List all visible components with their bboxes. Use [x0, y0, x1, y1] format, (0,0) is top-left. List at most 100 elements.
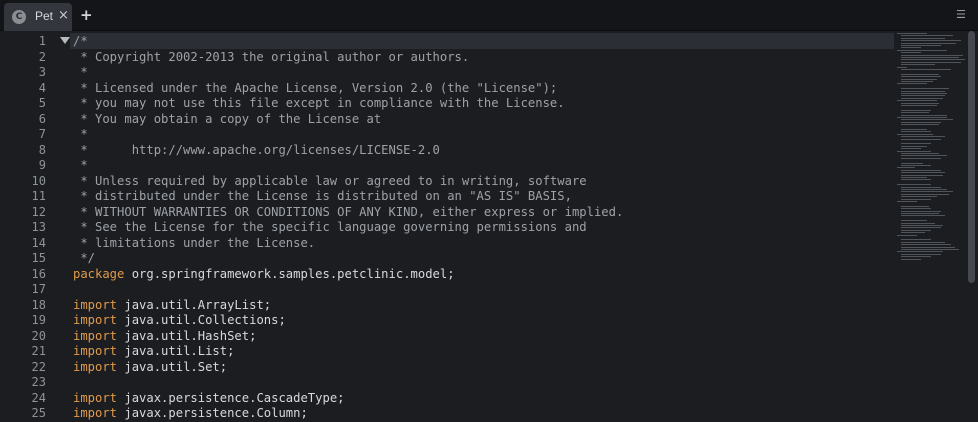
code-token-comment: * Unless required by applicable law or a…: [73, 173, 587, 188]
minimap-line: [901, 210, 941, 212]
code-line[interactable]: * Copyright 2002-2013 the original autho…: [73, 50, 469, 66]
line-number: 24: [31, 390, 46, 405]
minimap-line: [897, 133, 933, 135]
code-line[interactable]: package org.springframework.samples.petc…: [73, 267, 455, 283]
code-line[interactable]: *: [73, 158, 88, 174]
minimap-line: [901, 45, 941, 46]
line-number: 12: [31, 204, 46, 219]
minimap-line: [897, 150, 931, 152]
code-line[interactable]: * distributed under the License is distr…: [73, 189, 572, 205]
minimap-line: [901, 114, 947, 116]
code-token-keyword: import: [73, 328, 118, 343]
code-line[interactable]: import java.util.Set;: [73, 360, 227, 376]
minimap-line: [901, 112, 929, 114]
minimap-line: [901, 162, 923, 164]
close-icon[interactable]: ×: [58, 8, 69, 23]
minimap-line: [901, 177, 927, 178]
code-token-comment: *: [73, 158, 88, 172]
line-number: 4: [38, 80, 46, 95]
code-line[interactable]: import javax.persistence.CascadeType;: [73, 391, 345, 407]
code-token-comment: * You may obtain a copy of the License a…: [73, 111, 382, 126]
code-line[interactable]: * You may obtain a copy of the License a…: [73, 112, 381, 128]
code-line[interactable]: * you may not use this file except in co…: [73, 96, 564, 112]
minimap-line: [901, 220, 927, 222]
minimap-line: [901, 102, 939, 104]
java-class-icon: C: [12, 10, 26, 24]
code-token-comment: */: [73, 251, 96, 265]
code-token-plain: java.util.HashSet;: [117, 328, 257, 343]
minimap-line: [901, 78, 937, 80]
code-line[interactable]: *: [73, 65, 87, 81]
minimap-line: [901, 81, 933, 82]
minimap-line: [901, 95, 945, 97]
code-line[interactable]: * See the License for the specific langu…: [73, 220, 587, 236]
line-number: 8: [38, 142, 46, 157]
code-line[interactable]: * limitations under the License.: [73, 236, 315, 252]
minimap-line: [901, 93, 947, 94]
minimap-line: [901, 256, 931, 258]
code-line[interactable]: import java.util.ArrayList;: [73, 298, 271, 314]
line-number: 16: [31, 266, 46, 281]
minimap-line: [901, 109, 931, 111]
code-line[interactable]: * WITHOUT WARRANTIES OR CONDITIONS OF AN…: [73, 205, 623, 221]
minimap-line: [901, 40, 961, 42]
minimap-line: [901, 258, 921, 260]
menu-icon[interactable]: ☰: [956, 8, 974, 22]
minimap-line: [901, 148, 921, 150]
minimap-line: [901, 69, 951, 70]
tab-pet[interactable]: C Pet ×: [4, 3, 72, 31]
minimap-line: [901, 253, 941, 255]
code-token-plain: javax.persistence.CascadeType;: [117, 390, 345, 405]
code-token-plain: java.util.Set;: [117, 359, 228, 374]
add-tab-icon[interactable]: +: [80, 6, 93, 24]
minimap-line: [901, 155, 947, 157]
minimap-line: [901, 47, 921, 49]
vertical-scrollbar[interactable]: [966, 31, 978, 422]
line-number: 14: [31, 235, 46, 250]
minimap-line: [901, 239, 931, 241]
line-number: 6: [38, 111, 46, 126]
line-number: 3: [38, 65, 46, 79]
minimap-line: [901, 90, 945, 92]
minimap[interactable]: [897, 31, 965, 266]
minimap-line: [897, 66, 907, 68]
code-line[interactable]: */: [73, 251, 95, 267]
code-line[interactable]: import java.util.List;: [73, 344, 234, 360]
code-line[interactable]: /*: [73, 34, 88, 50]
minimap-line: [901, 52, 921, 54]
minimap-line: [901, 42, 956, 44]
minimap-line: [897, 33, 927, 34]
code-token-comment: * See the License for the specific langu…: [73, 220, 587, 234]
code-line[interactable]: *: [73, 127, 87, 143]
code-area[interactable]: /* * Copyright 2002-2013 the original au…: [73, 31, 893, 422]
code-editor[interactable]: 1 2 3 4 5 6 7 8 9 10 11 12 13 14 15 16 17 18 19 20 21 22 23 24 2…: [0, 31, 978, 422]
minimap-line: [901, 73, 939, 75]
minimap-line: [901, 222, 935, 224]
code-line[interactable]: * http://www.apache.org/licenses/LICENSE…: [73, 143, 440, 159]
minimap-line: [901, 35, 953, 37]
code-line[interactable]: * Licensed under the Apache License, Ver…: [73, 81, 557, 97]
code-line[interactable]: import javax.persistence.Column;: [73, 406, 308, 422]
minimap-line: [901, 61, 961, 63]
minimap-line: [901, 232, 925, 234]
code-token-plain: java.util.List;: [117, 344, 235, 358]
minimap-line: [901, 165, 931, 166]
line-number: 11: [31, 189, 46, 203]
code-line[interactable]: * Unless required by applicable law or a…: [73, 173, 587, 190]
code-line[interactable]: import java.util.HashSet;: [73, 329, 256, 345]
minimap-line: [901, 174, 943, 176]
code-token-keyword: import: [73, 359, 118, 374]
code-token-keyword: import: [73, 313, 118, 327]
fold-triangle-icon[interactable]: [60, 37, 70, 44]
minimap-line: [901, 249, 959, 250]
line-number: 23: [31, 375, 46, 389]
minimap-line: [901, 213, 939, 214]
line-number: 13: [31, 220, 46, 234]
scrollbar-thumb[interactable]: [968, 31, 975, 283]
minimap-line: [901, 121, 941, 123]
line-number: 25: [31, 406, 46, 420]
code-token-comment: * http://www.apache.org/licenses/LICENSE…: [73, 142, 440, 157]
minimap-line: [901, 54, 963, 56]
minimap-line: [897, 83, 927, 85]
code-line[interactable]: import java.util.Collections;: [73, 313, 286, 329]
